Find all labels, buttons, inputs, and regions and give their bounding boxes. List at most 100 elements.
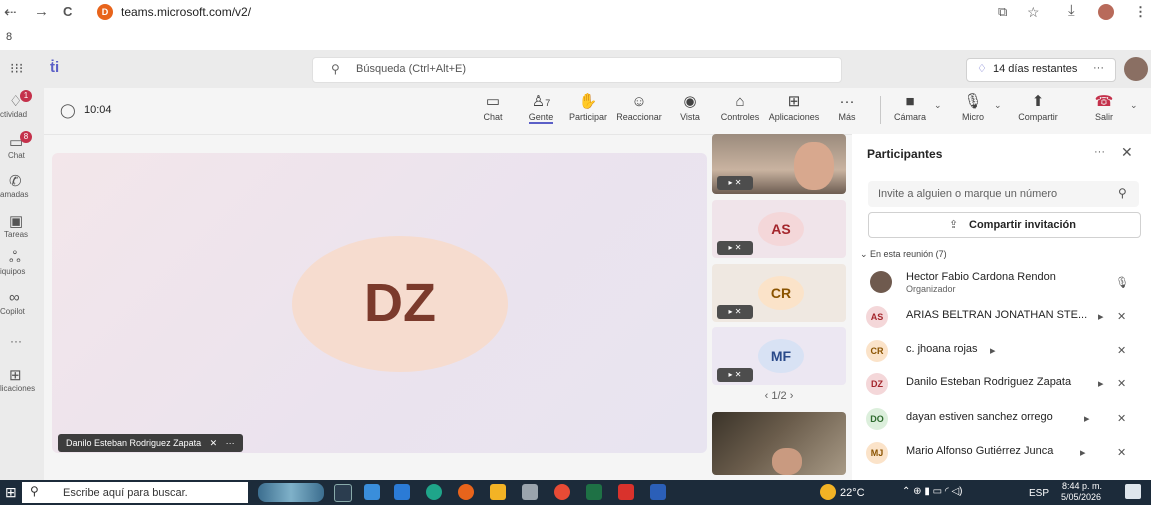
rail-item-tasks[interactable]: ▣ Tareas (0, 212, 44, 239)
video-tile-1[interactable]: ▸ ✕ (712, 134, 846, 194)
tile-status-icon: ▸ ✕ (717, 368, 753, 382)
tool-controls[interactable]: ⌂ Controles (718, 92, 762, 122)
notification-icon[interactable] (1125, 484, 1141, 499)
acrobat-icon[interactable] (618, 484, 634, 500)
install-app-icon[interactable]: ⧉ (998, 4, 1007, 20)
leave-chevron-icon[interactable]: ⌄ (1130, 100, 1138, 111)
browser-icon[interactable] (426, 484, 442, 500)
store-icon[interactable] (394, 484, 410, 500)
bookmark-apps-icon[interactable]: 8 (6, 31, 12, 43)
camera-chevron-icon[interactable]: ⌄ (934, 100, 942, 111)
profile-avatar[interactable] (1098, 4, 1114, 20)
clock-time[interactable]: 8:44 p. m. (1060, 481, 1104, 491)
participant-row[interactable]: DZ Danilo Esteban Rodriguez Zapata ▸ ✕ (862, 369, 1147, 399)
search-box[interactable]: ⚲ Búsqueda (Ctrl+Alt+E) (312, 57, 842, 83)
section-header[interactable]: ⌄ En esta reunión (7) (860, 249, 947, 260)
stage-participant-name: Danilo Esteban Rodriguez Zapata (66, 438, 202, 448)
tool-more[interactable]: ··· Más (836, 92, 858, 122)
trial-remaining-button[interactable]: ♢ 14 días restantes ··· (966, 58, 1116, 82)
bookmark-star-icon[interactable]: ☆ (1027, 4, 1040, 21)
user-avatar[interactable] (1124, 57, 1148, 81)
close-icon[interactable]: ✕ (1121, 144, 1133, 161)
mic-chevron-icon[interactable]: ⌄ (994, 100, 1002, 111)
system-tray-icons[interactable]: ⌃ ⊕ ▮ ▭ ◜ ◁) (902, 486, 963, 497)
url-text[interactable]: teams.microsoft.com/v2/ (121, 5, 251, 19)
rail-label: ctividad (0, 110, 28, 119)
avatar-tile-mf[interactable]: MF ▸ ✕ (712, 327, 846, 385)
avatar-tile-as[interactable]: AS ▸ ✕ (712, 200, 846, 258)
download-icon[interactable]: ⤓ (1068, 2, 1075, 19)
chrome-icon[interactable] (554, 484, 570, 500)
tool-share[interactable]: ⬆ Compartir (1016, 92, 1060, 122)
back-button[interactable]: ⇠ (4, 3, 17, 21)
app-launcher-icon[interactable]: ⁝⁝⁝ (10, 60, 23, 77)
tool-label: Chat (483, 112, 503, 122)
windows-start-icon[interactable]: ⊞ (5, 484, 17, 501)
participant-row[interactable]: AS ARIAS BELTRAN JONATHAN STE... ▸ ✕ (862, 302, 1147, 332)
clock-date[interactable]: 5/05/2026 (1056, 492, 1106, 502)
task-view-icon[interactable] (334, 484, 352, 502)
teams-icon: ஃ (9, 249, 21, 266)
tool-mic[interactable]: 🎙 Micro (958, 92, 988, 122)
controls-icon: ⌂ (735, 93, 745, 110)
edge-icon[interactable] (364, 484, 380, 500)
view-icon: ◉ (683, 93, 697, 110)
excel-icon[interactable] (586, 484, 602, 500)
mic-off-icon: ✕ (209, 438, 218, 448)
rail-item-copilot[interactable]: ∞ Copilot (0, 289, 44, 316)
mic-off-icon: ✕ (1117, 345, 1127, 357)
video-tile-2[interactable] (712, 412, 846, 475)
pager-text: 1/2 (771, 390, 787, 402)
app-icon[interactable] (522, 484, 538, 500)
participant-row[interactable]: DO dayan estiven sanchez orrego ▸ ✕ (862, 404, 1147, 434)
tool-view[interactable]: ◉ Vista (676, 92, 704, 122)
camera-off-icon: ▸ (1084, 413, 1090, 425)
microphone-icon: 🎙 (1115, 277, 1129, 289)
camera-off-icon: ▸ (990, 345, 996, 357)
rail-item-apps[interactable]: ⊞ licaciones (0, 366, 44, 393)
browser-menu-icon[interactable]: ⋮ (1134, 4, 1147, 20)
participant-row[interactable]: MJ Mario Alfonso Gutiérrez Junca ▸ ✕ (862, 438, 1147, 468)
participant-row[interactable]: Hector Fabio Cardona Rendon Organizador … (862, 266, 1147, 300)
search-icon: ⚲ (1118, 186, 1127, 200)
tiles-pager[interactable]: ‹ 1/2 › (712, 390, 846, 406)
reload-button[interactable]: C (63, 4, 72, 19)
tool-chat[interactable]: ▭ Chat (480, 92, 506, 122)
participant-row[interactable]: CR c. jhoana rojas ▸ ✕ (862, 336, 1147, 366)
rail-item-activity[interactable]: ♢ ctividad 1 (0, 90, 44, 119)
tool-apps[interactable]: ⊞ Aplicaciones (766, 92, 822, 122)
rail-item-more[interactable]: ··· (0, 334, 44, 348)
weather-icon[interactable] (820, 484, 836, 500)
avatar-tile-cr[interactable]: CR ▸ ✕ (712, 264, 846, 322)
forward-button[interactable]: → (34, 3, 49, 20)
trial-more-icon[interactable]: ··· (1093, 62, 1104, 74)
tool-react[interactable]: ☺ Reaccionar (616, 92, 662, 122)
tool-camera[interactable]: ■ Cámara (890, 92, 930, 122)
tool-people[interactable]: ♙7 Gente (524, 92, 558, 124)
share-invite-button[interactable]: ⇪ Compartir invitación (868, 212, 1141, 238)
tile-initials: CR (758, 276, 804, 310)
trial-text: 14 días restantes (993, 63, 1078, 75)
meeting-timer: 10:04 (84, 104, 112, 116)
stage-more-icon[interactable]: ··· (226, 438, 235, 448)
invite-input[interactable]: Invite a alguien o marque un número ⚲ (868, 181, 1139, 207)
rail-item-chat[interactable]: ▭ Chat 8 (0, 131, 44, 160)
rail-item-teams[interactable]: ஃ iquipos (0, 249, 44, 276)
rail-item-calls[interactable]: ✆ amadas (0, 172, 44, 199)
word-icon[interactable] (650, 484, 666, 500)
tool-label: Cámara (893, 112, 926, 122)
tool-raise-hand[interactable]: ✋ Participar (568, 92, 608, 122)
file-explorer-icon[interactable] (490, 484, 506, 500)
firefox-icon[interactable] (458, 484, 474, 500)
taskbar-search[interactable]: ⚲ Escribe aquí para buscar. (22, 482, 248, 503)
tool-leave[interactable]: ☎ Salir (1092, 92, 1116, 122)
tool-label: Reaccionar (616, 112, 662, 122)
taskbar-search-placeholder: Escribe aquí para buscar. (63, 487, 188, 499)
pane-more-icon[interactable]: ··· (1094, 146, 1105, 158)
language[interactable]: ESP (1029, 488, 1049, 499)
pager-next-icon[interactable]: › (790, 390, 794, 402)
rail-label: Chat (8, 151, 25, 160)
more-icon: ··· (839, 93, 855, 110)
rail-label: amadas (0, 190, 29, 199)
tool-label: Gente (528, 112, 554, 124)
